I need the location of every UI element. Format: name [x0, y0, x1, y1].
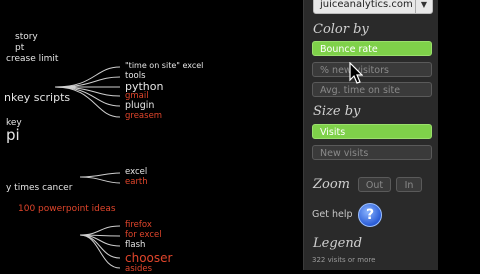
legend-note: 322 visits or more [312, 256, 376, 264]
color-by-avg-time[interactable]: Avg. time on site [312, 82, 432, 97]
size-by-new-visits[interactable]: New visits [312, 145, 432, 160]
zoom-heading: Zoom [313, 177, 351, 192]
tree-label[interactable]: greasem [125, 112, 162, 121]
tree-view: story pt crease limit nkey scripts key p… [0, 0, 300, 274]
tree-label[interactable]: asides [125, 265, 152, 274]
tree-label[interactable]: 100 powerpoint ideas [18, 205, 116, 214]
control-panel: juiceanalytics.com ▼ Color by Bounce rat… [303, 0, 439, 270]
tree-label[interactable]: story [15, 33, 38, 42]
tree-label[interactable]: pi [6, 128, 20, 143]
size-by-heading: Size by [313, 104, 361, 119]
mouse-cursor-icon [349, 62, 363, 84]
size-by-visits[interactable]: Visits [312, 124, 432, 139]
tree-label[interactable]: crease limit [6, 55, 58, 64]
tree-label[interactable]: earth [125, 178, 148, 187]
color-by-new-visitors[interactable]: % new visitors [312, 62, 432, 77]
color-by-heading: Color by [313, 22, 369, 37]
tree-label[interactable]: for excel [125, 231, 162, 240]
tree-label[interactable]: plugin [125, 101, 154, 111]
help-icon[interactable]: ? [358, 203, 382, 227]
legend-heading: Legend [313, 236, 363, 251]
zoom-in-button[interactable]: In [396, 177, 422, 192]
tree-label[interactable]: excel [125, 168, 147, 177]
zoom-out-button[interactable]: Out [358, 177, 391, 192]
get-help-label: Get help [312, 209, 353, 220]
chevron-down-icon[interactable]: ▼ [415, 0, 432, 13]
right-margin [438, 0, 480, 270]
site-select[interactable]: juiceanalytics.com ▼ [313, 0, 433, 14]
tree-label[interactable]: nkey scripts [4, 92, 70, 103]
tree-label[interactable]: "time on site" excel [125, 62, 203, 70]
site-select-value: juiceanalytics.com [320, 0, 413, 10]
color-by-bounce-rate[interactable]: Bounce rate [312, 41, 432, 56]
tree-label[interactable]: firefox [125, 221, 152, 230]
tree-label[interactable]: chooser [125, 252, 172, 264]
tree-label[interactable]: y times cancer [6, 184, 72, 193]
tree-label[interactable]: flash [125, 241, 145, 250]
tree-label[interactable]: pt [15, 44, 24, 53]
